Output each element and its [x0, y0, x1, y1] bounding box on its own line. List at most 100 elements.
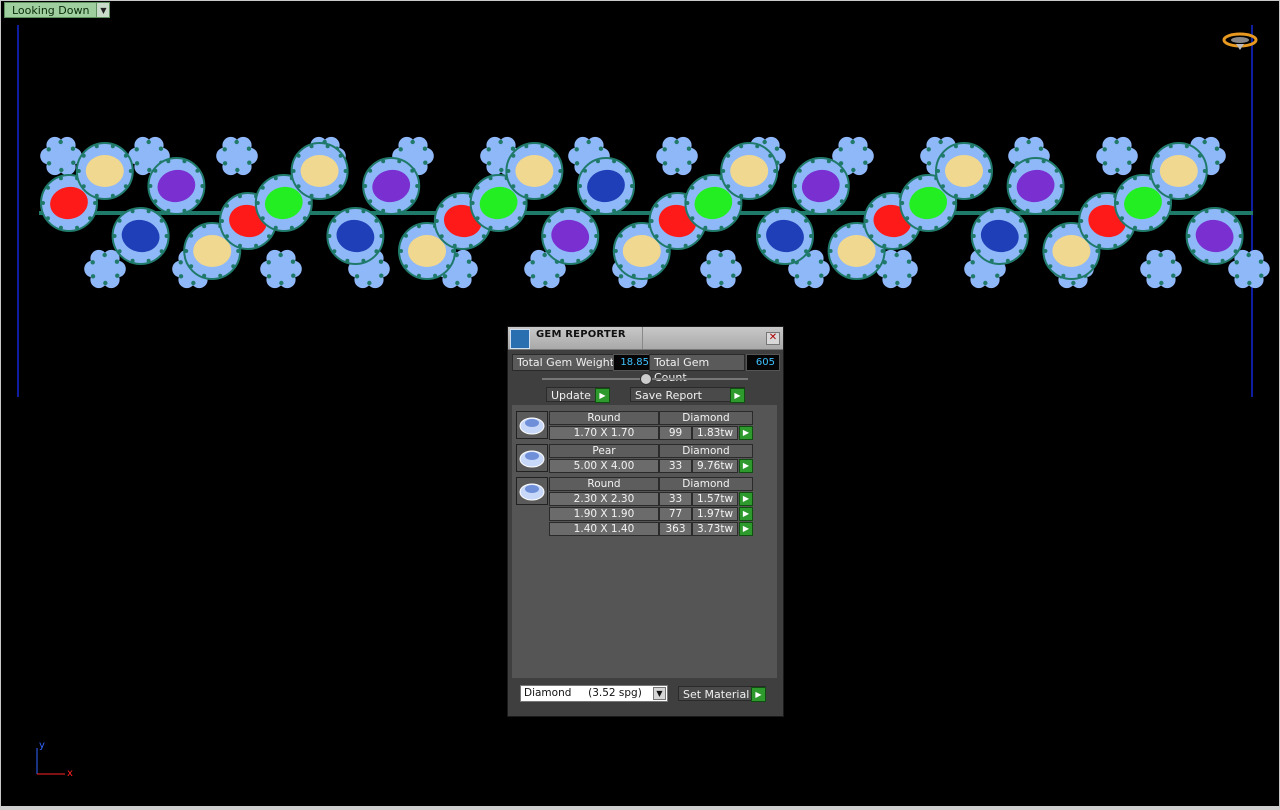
prong — [46, 147, 51, 152]
gem-material-header: Diamond — [659, 444, 753, 458]
halo-prong — [703, 176, 708, 181]
select-row-go-icon[interactable]: ▶ — [739, 426, 753, 440]
prong — [970, 274, 976, 279]
close-button[interactable]: ✕ — [766, 332, 780, 345]
gem-size-cell: 1.40 X 1.40 — [549, 522, 659, 536]
halo-prong — [936, 169, 940, 173]
save-report-go-icon[interactable]: ▶ — [730, 388, 745, 403]
halo-prong — [415, 184, 420, 188]
halo-prong — [618, 233, 623, 238]
center-stone — [300, 155, 339, 187]
halo-prong — [416, 224, 421, 229]
panel-splitter-handle[interactable] — [640, 373, 652, 385]
chevron-down-icon[interactable]: ▼ — [653, 687, 666, 700]
jewelry-model[interactable] — [1, 111, 1280, 311]
halo-prong — [332, 249, 337, 254]
view-mode-selector[interactable]: Looking Down ▼ — [4, 2, 111, 18]
select-row-go-icon[interactable]: ▶ — [739, 492, 753, 506]
prong — [687, 160, 692, 165]
panel-titlebar[interactable]: GEM REPORTER ✕ — [508, 327, 783, 350]
prong — [1146, 274, 1152, 279]
round-gem-thumbnail-icon[interactable] — [516, 477, 548, 505]
halo-prong — [1233, 249, 1238, 254]
halo-prong — [146, 258, 151, 263]
prong — [58, 139, 63, 145]
prong — [907, 273, 912, 278]
halo-prong — [685, 201, 690, 205]
halo-prong — [343, 169, 348, 173]
prong — [631, 280, 636, 286]
round-gem-thumbnail-icon[interactable] — [516, 411, 548, 439]
prong — [191, 280, 196, 286]
prong — [1014, 147, 1019, 152]
halo-prong — [291, 169, 296, 173]
halo-prong — [81, 153, 86, 158]
halo-prong — [45, 216, 50, 221]
halo-prong — [1191, 218, 1196, 223]
halo-prong — [547, 218, 552, 223]
halo-prong — [307, 201, 312, 205]
prong — [574, 147, 579, 152]
prong — [731, 273, 736, 278]
diamond-cluster-petal — [586, 136, 604, 154]
prong — [1038, 146, 1044, 151]
prong — [675, 167, 680, 173]
halo-prong — [345, 258, 350, 263]
prong — [1114, 139, 1119, 145]
diamond-cluster-petal — [278, 249, 296, 267]
halo-prong — [1167, 201, 1171, 205]
halo-prong — [1162, 216, 1167, 221]
halo-prong — [148, 184, 153, 188]
prong — [662, 161, 668, 166]
halo-prong — [399, 249, 403, 253]
halo-prong — [558, 169, 563, 173]
halo-prong — [1012, 199, 1017, 204]
halo-prong — [791, 258, 796, 263]
halo-prong — [833, 233, 838, 238]
halo-prong — [1041, 159, 1046, 164]
prong — [970, 260, 975, 265]
halo-prong — [1079, 219, 1084, 223]
update-go-icon[interactable]: ▶ — [595, 388, 610, 403]
select-row-go-icon[interactable]: ▶ — [739, 507, 753, 521]
prong — [235, 167, 240, 173]
save-report-button[interactable]: Save Report — [630, 387, 745, 402]
halo-prong — [594, 234, 599, 238]
gem-weight-cell: 9.76tw — [692, 459, 738, 473]
halo-prong — [1204, 258, 1209, 263]
halo-prong — [506, 169, 511, 173]
diamond-cluster-petal — [234, 136, 252, 154]
halo-prong — [553, 153, 558, 158]
select-row-go-icon[interactable]: ▶ — [739, 522, 753, 536]
gem-reporter-panel: GEM REPORTER ✕ Total Gem Weight 18.85 To… — [507, 326, 784, 717]
prong — [762, 139, 767, 145]
halo-prong — [826, 159, 831, 164]
prong — [851, 167, 856, 173]
halo-prong — [159, 249, 164, 254]
prong — [718, 252, 723, 258]
prong — [423, 160, 428, 165]
halo-prong — [1025, 208, 1030, 213]
chevron-down-icon[interactable]: ▼ — [97, 2, 111, 18]
halo-prong — [260, 216, 265, 221]
halo-prong — [58, 225, 63, 230]
halo-prong — [589, 218, 594, 223]
halo-prong — [403, 233, 408, 238]
select-row-go-icon[interactable]: ▶ — [739, 459, 753, 473]
set-material-go-icon[interactable]: ▶ — [751, 687, 766, 702]
halo-prong — [875, 264, 880, 269]
material-select[interactable]: Diamond (3.52 spg) ▼ — [520, 685, 668, 702]
prong — [706, 274, 712, 279]
pear-gem-thumbnail-icon[interactable] — [516, 444, 548, 472]
prong — [279, 280, 284, 286]
diamond-cluster-petal — [410, 136, 428, 154]
center-stone — [193, 235, 232, 267]
halo-prong — [1184, 193, 1189, 198]
view-cube-icon[interactable] — [1222, 31, 1260, 51]
halo-prong — [726, 153, 731, 158]
halo-prong — [898, 243, 903, 248]
prong — [863, 160, 868, 165]
prong — [674, 139, 679, 145]
halo-prong — [618, 264, 623, 269]
prong — [291, 273, 296, 278]
